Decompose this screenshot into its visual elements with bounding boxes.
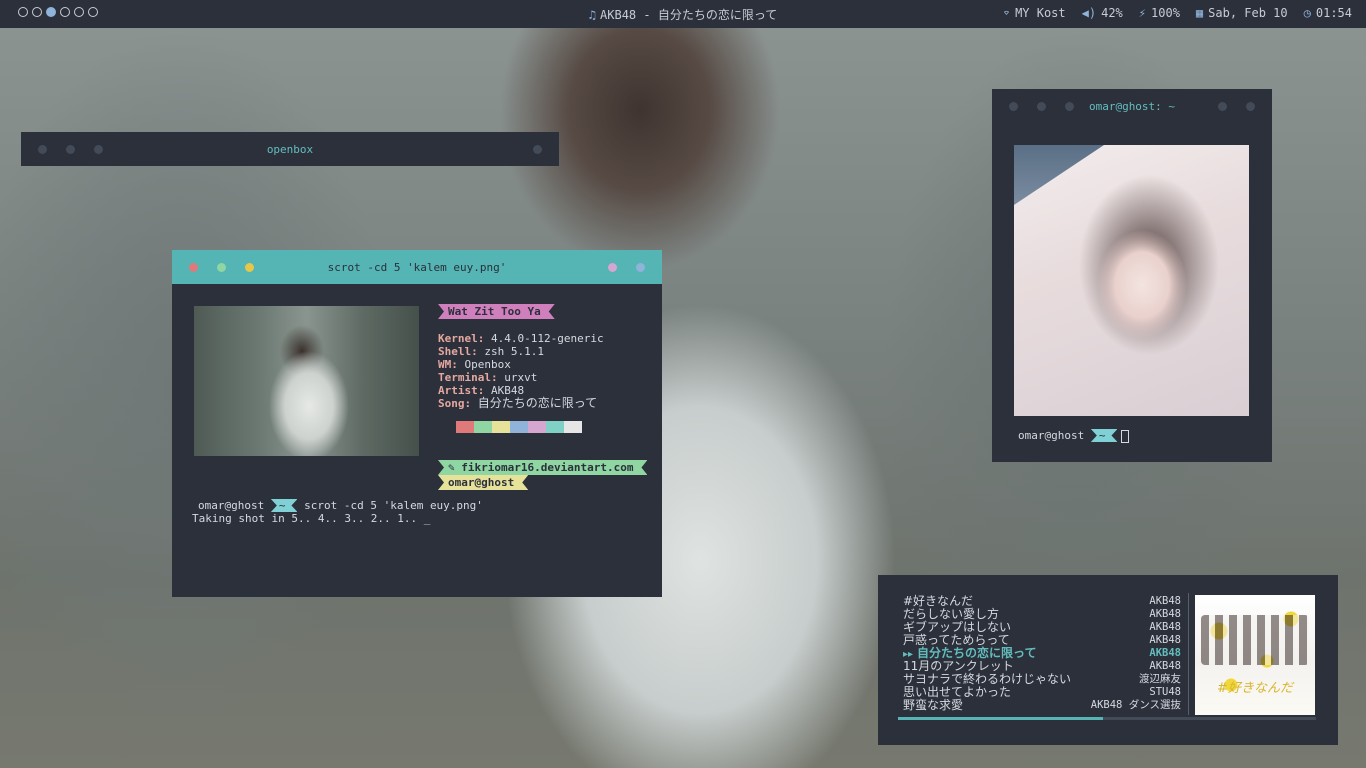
window-button-icon[interactable] — [1246, 102, 1255, 111]
terminal2-title: omar@ghost: ~ — [1088, 99, 1176, 113]
openbox-titlebar[interactable]: openbox — [21, 132, 559, 166]
progress-bar[interactable] — [898, 717, 1316, 720]
wifi-label: MY Kost — [1015, 6, 1066, 20]
color-palette — [456, 421, 582, 433]
cursor-icon — [1121, 429, 1130, 443]
track-artist: AKB48 — [1149, 647, 1181, 659]
date-status[interactable]: ▦ Sab, Feb 10 — [1196, 6, 1288, 20]
portrait-image — [1014, 145, 1249, 416]
close-button-icon[interactable] — [189, 263, 198, 272]
track-artist: AKB48 — [1149, 660, 1181, 672]
terminal-window[interactable]: scrot -cd 5 'kalem euy.png' Wat Zit Too … — [172, 250, 662, 597]
screenshot-thumbnail — [194, 306, 419, 456]
minimize-button-icon[interactable] — [245, 263, 254, 272]
prompt-line: omar@ghost ~ scrot -cd 5 'kalem euy.png' — [198, 499, 483, 512]
window-button-icon[interactable] — [94, 145, 103, 154]
info-row: Kernel: 4.4.0-112-generic — [438, 332, 604, 345]
palette-swatch — [474, 421, 492, 433]
playlist-track[interactable]: 野蛮な求愛 AKB48 ダンス選抜 — [903, 699, 1181, 712]
palette-swatch — [510, 421, 528, 433]
system-info: Wat Zit Too Ya Kernel: 4.4.0-112-generic… — [438, 304, 647, 490]
palette-swatch — [456, 421, 474, 433]
album-cover: #好きなんだ — [1195, 595, 1315, 715]
clock-status[interactable]: ◷ 01:54 — [1304, 6, 1352, 20]
time-label: 01:54 — [1315, 6, 1352, 20]
info-header-tag: Wat Zit Too Ya — [438, 304, 555, 319]
music-player[interactable]: #好きなんだ AKB48 だらしない愛し方 AKB48 ギブアップはしない AKB48 戸惑… — [878, 575, 1338, 745]
prompt-user: omar@ghost — [1018, 429, 1085, 442]
window-title: openbox — [266, 142, 314, 156]
terminal-titlebar[interactable]: scrot -cd 5 'kalem euy.png' — [172, 250, 662, 284]
palette-swatch — [564, 421, 582, 433]
track-artist: AKB48 — [1149, 634, 1181, 646]
plug-icon: ⚡ — [1138, 6, 1147, 20]
track-artist: AKB48 — [1149, 608, 1181, 620]
palette-swatch — [492, 421, 510, 433]
user-tag: omar@ghost — [438, 475, 528, 490]
window-button-icon[interactable] — [1218, 102, 1227, 111]
deviantart-link[interactable]: ✎ fikriomar16.deviantart.com — [438, 460, 647, 475]
info-row: WM: Openbox — [438, 358, 511, 371]
maximize-button-icon[interactable] — [217, 263, 226, 272]
divider — [1188, 593, 1189, 715]
prompt-user: omar@ghost — [198, 499, 265, 512]
info-row: Song: 自分たちの恋に限って — [438, 396, 598, 411]
command-text: scrot -cd 5 'kalem euy.png' — [304, 499, 483, 512]
deviantart-icon: ✎ — [448, 461, 462, 474]
volume-label: 42% — [1101, 6, 1123, 20]
speaker-icon: ◀) — [1081, 6, 1097, 20]
prompt-line[interactable]: omar@ghost ~ — [1018, 429, 1130, 443]
clock-icon: ◷ — [1303, 6, 1311, 20]
window-button-icon[interactable] — [38, 145, 47, 154]
openbox-window[interactable]: openbox — [21, 132, 559, 166]
command-output: Taking shot in 5.. 4.. 3.. 2.. 1.. _ — [192, 512, 431, 525]
volume-status[interactable]: ◀) 42% — [1082, 6, 1123, 20]
track-artist: AKB48 — [1149, 621, 1181, 633]
window-button-icon[interactable] — [608, 263, 617, 272]
playlist[interactable]: #好きなんだ AKB48 だらしない愛し方 AKB48 ギブアップはしない AKB48 戸惑… — [903, 595, 1181, 712]
calendar-icon: ▦ — [1195, 6, 1204, 20]
battery-label: 100% — [1151, 6, 1180, 20]
top-panel: ♫ AKB48 - 自分たちの恋に限って ⌔ MY Kost ◀) 42% ⚡ 100%… — [0, 0, 1366, 28]
window-button-icon[interactable] — [66, 145, 75, 154]
window-button-icon[interactable] — [1065, 102, 1074, 111]
album-title: #好きなんだ — [1217, 681, 1293, 696]
window-button-icon[interactable] — [1037, 102, 1046, 111]
palette-swatch — [528, 421, 546, 433]
track-title: 野蛮な求愛 — [903, 698, 964, 712]
music-note-icon: ♫ — [588, 8, 597, 22]
track-artist: AKB48 ダンス選抜 — [1090, 699, 1181, 711]
wifi-icon: ⌔ — [1002, 6, 1011, 20]
date-label: Sab, Feb 10 — [1208, 6, 1288, 20]
status-area: ⌔ MY Kost ◀) 42% ⚡ 100% ▦ Sab, Feb 10 ◷ 01:54 — [1003, 6, 1352, 20]
terminal2-titlebar[interactable]: omar@ghost: ~ — [992, 89, 1272, 123]
terminal-window-2[interactable]: omar@ghost: ~ omar@ghost ~ — [992, 89, 1272, 462]
palette-swatch — [546, 421, 564, 433]
wifi-status[interactable]: ⌔ MY Kost — [1003, 6, 1066, 20]
prompt-dir: ~ — [271, 499, 298, 512]
track-artist: AKB48 — [1149, 595, 1181, 607]
terminal-title: scrot -cd 5 'kalem euy.png' — [327, 260, 507, 274]
info-row: Terminal: urxvt — [438, 371, 538, 384]
window-button-icon[interactable] — [533, 145, 542, 154]
window-button-icon[interactable] — [636, 263, 645, 272]
window-button-icon[interactable] — [1009, 102, 1018, 111]
track-artist: 渡辺麻友 — [1139, 673, 1181, 685]
now-playing-text: AKB48 - 自分たちの恋に限って — [600, 8, 778, 22]
track-artist: STU48 — [1149, 686, 1181, 698]
progress-fill — [898, 717, 1103, 720]
prompt-dir: ~ — [1091, 429, 1118, 442]
info-row: Shell: zsh 5.1.1 — [438, 345, 544, 358]
battery-status[interactable]: ⚡ 100% — [1139, 6, 1180, 20]
